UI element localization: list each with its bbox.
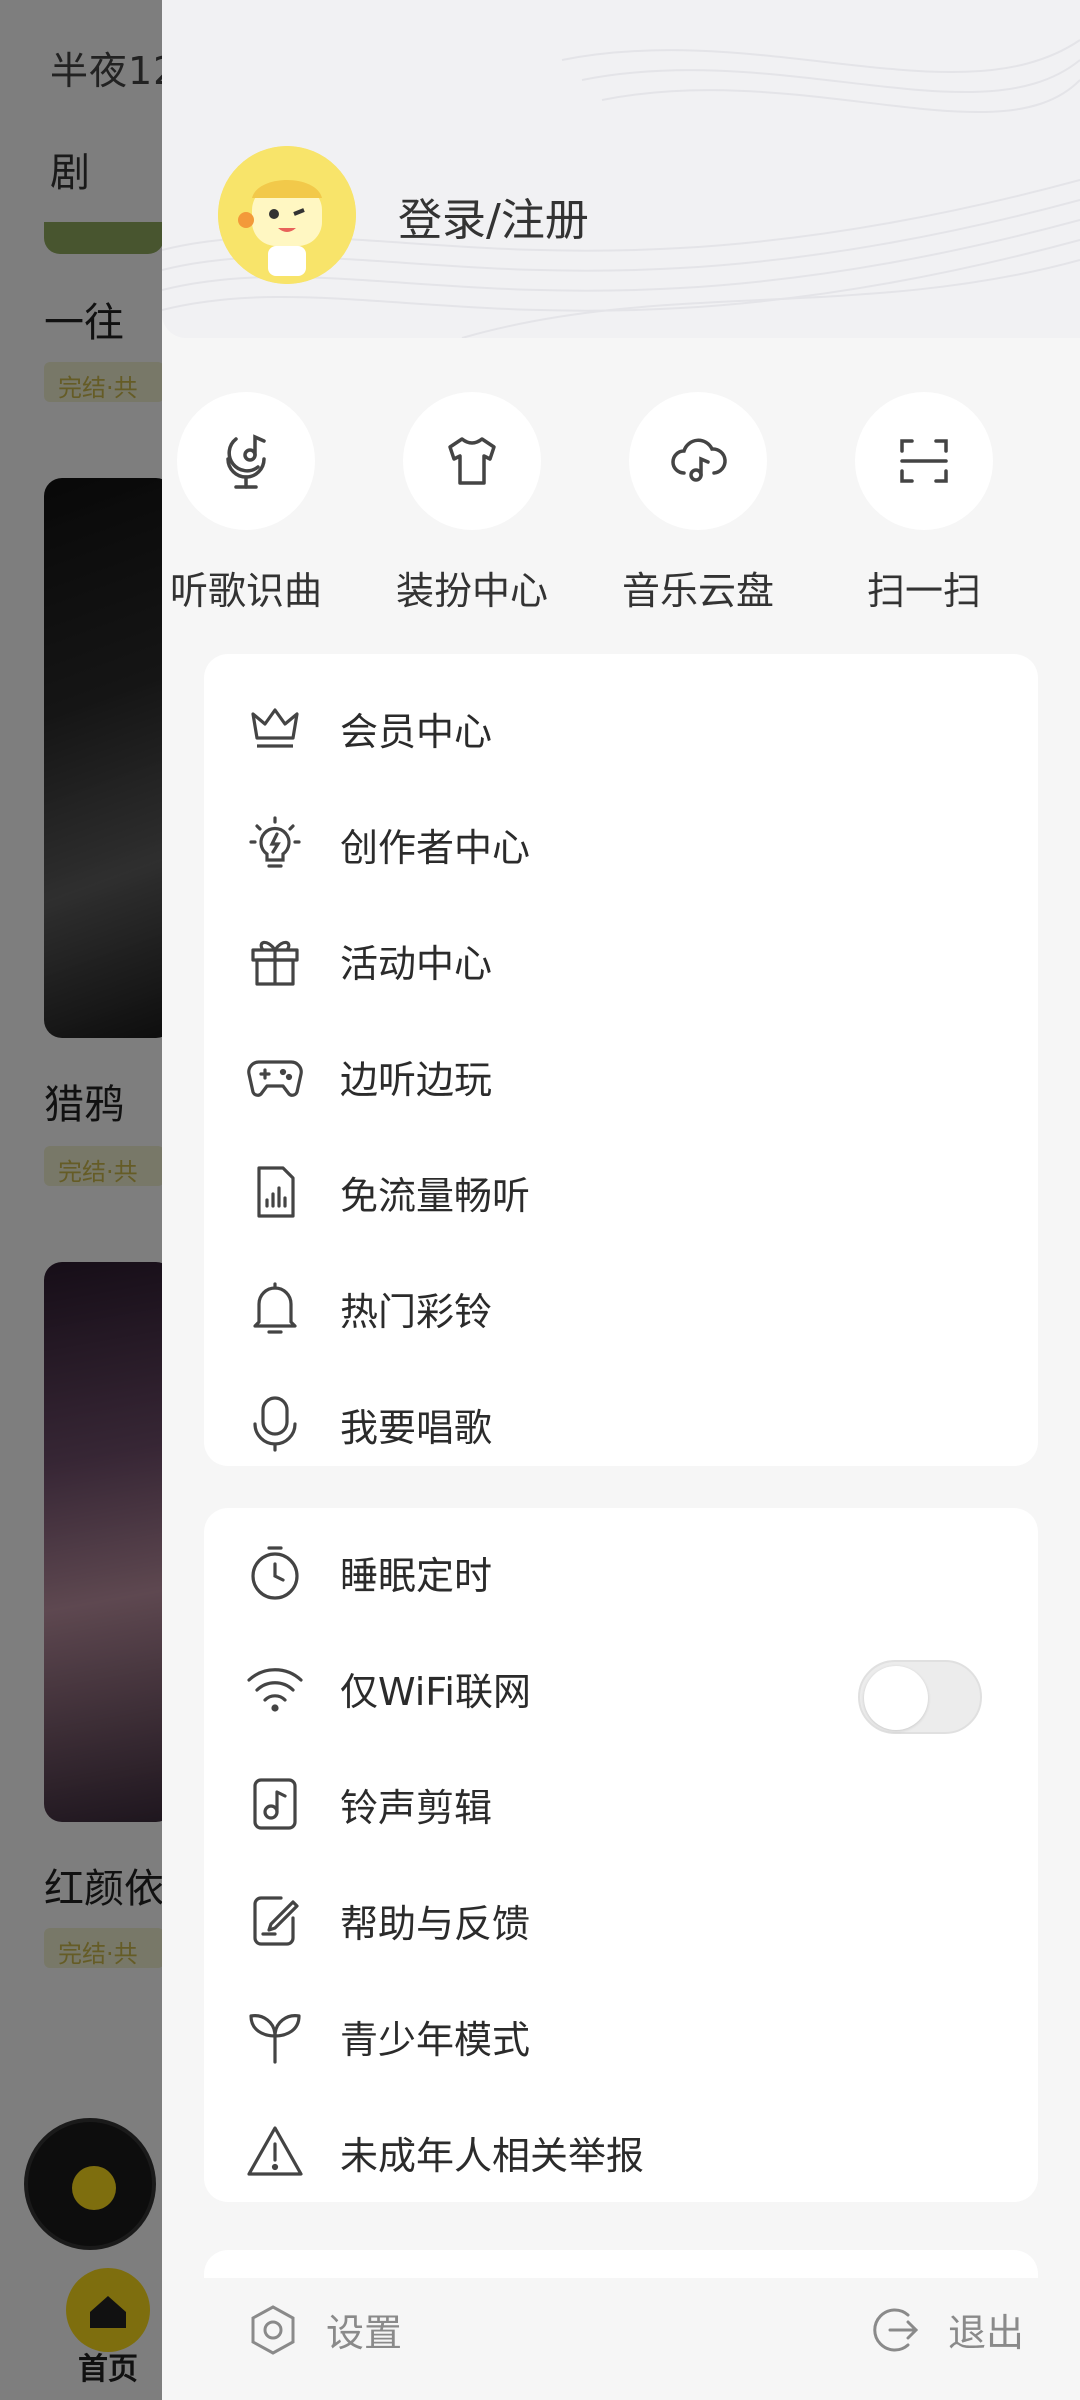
quick-action-label: 听歌识曲 <box>169 569 322 613</box>
scan-icon <box>855 392 993 530</box>
logout-label: 退出 <box>947 2311 1024 2355</box>
menu-item-free-data[interactable]: 免流量畅听 <box>204 1142 1038 1242</box>
menu-item-help-feedback[interactable]: 帮助与反馈 <box>204 1870 1038 1970</box>
settings-hexagon-icon <box>251 2304 295 2355</box>
quick-actions: 听歌识曲 装扮中心 音乐云盘 扫一扫 <box>162 392 1080 622</box>
menu-item-vip-center[interactable]: 会员中心 <box>204 678 1038 778</box>
gift-icon <box>240 925 310 995</box>
sprout-icon <box>240 2001 310 2071</box>
login-register-link[interactable]: 登录/注册 <box>398 184 589 248</box>
profile-header[interactable]: 登录/注册 <box>162 0 1080 338</box>
quick-action-label: 扫一扫 <box>866 569 981 613</box>
menu-item-ringback-tones[interactable]: 热门彩铃 <box>204 1258 1038 1358</box>
menu-item-ringtone-editor[interactable]: 铃声剪辑 <box>204 1754 1038 1854</box>
menu-item-label: 我要唱歌 <box>340 1405 493 1450</box>
menu-item-label: 创作者中心 <box>340 825 531 870</box>
quick-action-song-recognition[interactable]: 听歌识曲 <box>162 392 356 615</box>
menu-item-events-center[interactable]: 活动中心 <box>204 910 1038 1010</box>
menu-item-label: 帮助与反馈 <box>340 1901 531 1946</box>
menu-item-label: 会员中心 <box>340 709 493 754</box>
lightbulb-icon <box>240 809 310 879</box>
menu-item-sleep-timer[interactable]: 睡眠定时 <box>204 1522 1038 1622</box>
microphone-music-icon <box>177 392 315 530</box>
quick-action-label: 装扮中心 <box>395 569 548 613</box>
drawer-bottom-bar: 设置 退出 <box>162 2278 1080 2400</box>
menu-item-teen-mode[interactable]: 青少年模式 <box>204 1986 1038 2086</box>
menu-item-label: 边听边玩 <box>340 1057 493 1102</box>
menu-item-label: 活动中心 <box>340 941 493 986</box>
toggle-knob <box>864 1666 928 1730</box>
avatar[interactable] <box>218 146 356 284</box>
settings-button[interactable]: 设置 <box>246 2302 402 2357</box>
timer-icon <box>240 1537 310 1607</box>
menu-card-features: 会员中心 创作者中心 活动中心 边听边玩 免流量畅听 热门彩铃 我要唱歌 <box>204 654 1038 1466</box>
menu-item-sing[interactable]: 我要唱歌 <box>204 1374 1038 1474</box>
microphone-icon <box>240 1389 310 1459</box>
menu-item-play-while-listening[interactable]: 边听边玩 <box>204 1026 1038 1126</box>
tshirt-icon <box>403 392 541 530</box>
wifi-only-toggle[interactable] <box>858 1660 982 1734</box>
sim-data-icon <box>240 1157 310 1227</box>
bell-icon <box>240 1273 310 1343</box>
menu-item-label: 仅WiFi联网 <box>340 1669 531 1714</box>
menu-item-minor-report[interactable]: 未成年人相关举报 <box>204 2102 1038 2202</box>
crown-icon <box>240 693 310 763</box>
logout-button[interactable]: 退出 <box>868 2302 1024 2357</box>
side-drawer: 登录/注册 听歌识曲 装扮中心 音乐云盘 扫一扫 会员中心 创作者中心 活动中心… <box>162 0 1080 2400</box>
quick-action-label: 音乐云盘 <box>621 569 774 613</box>
quick-action-theme-center[interactable]: 装扮中心 <box>362 392 582 615</box>
menu-item-wifi-only: 仅WiFi联网 <box>204 1638 1038 1738</box>
wifi-icon <box>240 1653 310 1723</box>
menu-card-settings: 睡眠定时 仅WiFi联网 铃声剪辑 帮助与反馈 青少年模式 未成年人相关举报 <box>204 1508 1038 2202</box>
menu-item-label: 铃声剪辑 <box>340 1785 493 1830</box>
settings-label: 设置 <box>326 2311 403 2355</box>
menu-item-label: 睡眠定时 <box>340 1553 493 1598</box>
quick-action-cloud-drive[interactable]: 音乐云盘 <box>588 392 808 615</box>
menu-item-label: 青少年模式 <box>340 2017 531 2062</box>
menu-item-label: 热门彩铃 <box>340 1289 493 1334</box>
menu-item-label: 免流量畅听 <box>340 1173 531 1218</box>
warning-icon <box>240 2117 310 2187</box>
quick-action-scan[interactable]: 扫一扫 <box>814 392 1034 615</box>
cloud-music-icon <box>629 392 767 530</box>
music-file-icon <box>240 1769 310 1839</box>
menu-item-label: 未成年人相关举报 <box>340 2133 645 2178</box>
feedback-icon <box>240 1885 310 1955</box>
logout-icon <box>873 2308 919 2351</box>
gamepad-icon <box>240 1041 310 1111</box>
menu-item-creator-center[interactable]: 创作者中心 <box>204 794 1038 894</box>
